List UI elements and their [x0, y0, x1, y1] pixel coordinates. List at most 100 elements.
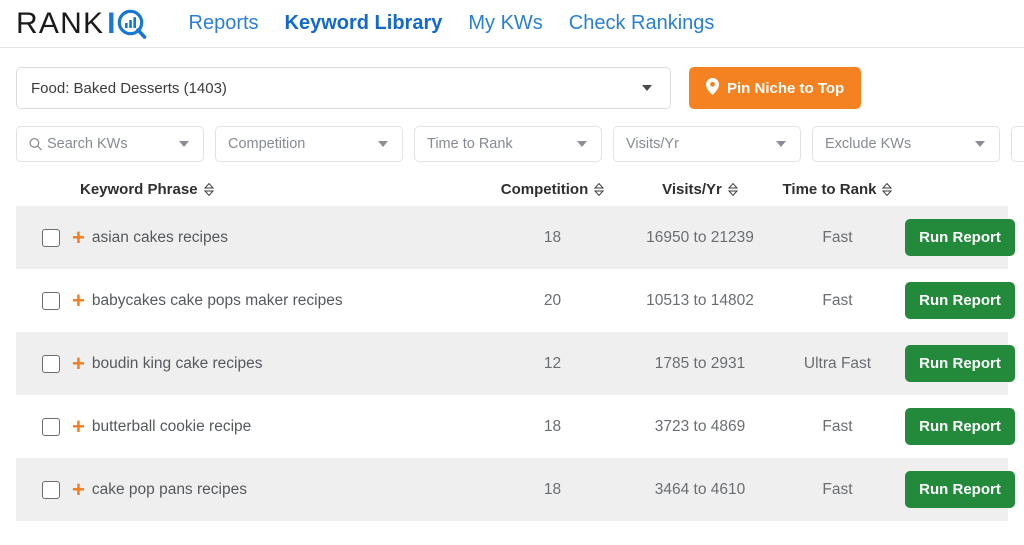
row-checkbox[interactable] [42, 480, 60, 499]
table-row[interactable]: + boudin king cake recipes 12 1785 to 2931 U… [16, 332, 1015, 395]
column-header-keyword-phrase[interactable]: Keyword Phrase [80, 181, 475, 198]
keyword-table: Keyword Phrase Competition Visits/Yr Tim… [0, 172, 1024, 521]
run-report-button[interactable]: Run Report [905, 408, 1015, 445]
clipped-filter[interactable] [1011, 126, 1024, 162]
cell-competition: 12 [543, 354, 562, 372]
pin-niche-to-top-button[interactable]: Pin Niche to Top [689, 67, 862, 109]
chevron-down-icon [642, 85, 652, 91]
keyword-phrase-text: cake pop pans recipes [91, 480, 247, 498]
sort-updown-icon [882, 182, 893, 196]
cell-actions: Run Report [905, 471, 1020, 508]
rankiq-logo[interactable]: RANK I [16, 0, 147, 48]
keyword-phrase-text: boudin king cake recipes [91, 354, 263, 372]
cell-time-to-rank: Fast [822, 417, 853, 435]
cell-keyword-phrase: + butterball cookie recipe [16, 415, 475, 438]
search-kws-filter-label: Search KWs [47, 136, 128, 152]
column-header-keyword-phrase-label: Keyword Phrase [80, 180, 198, 198]
table-row[interactable]: + cake pop pans recipes 18 3464 to 4610 Fast… [16, 458, 1015, 521]
cell-actions: Run Report [905, 345, 1020, 382]
plus-icon[interactable]: + [72, 352, 85, 375]
visits-per-year-filter[interactable]: Visits/Yr [613, 126, 801, 162]
cell-time-to-rank: Fast [822, 291, 853, 309]
column-header-visits-per-year-label: Visits/Yr [662, 180, 722, 198]
cell-visits-per-year: 3723 to 4869 [654, 417, 746, 435]
nav-links: Reports Keyword Library My KWs Check Ran… [189, 12, 715, 35]
nav-item-check-rankings[interactable]: Check Rankings [569, 12, 715, 35]
cell-competition: 18 [543, 228, 562, 246]
keyword-phrase-text: asian cakes recipes [91, 228, 228, 246]
sort-updown-icon [594, 182, 605, 196]
table-body: + asian cakes recipes 18 16950 to 21239 Fast… [16, 206, 1015, 521]
nav-item-keyword-library[interactable]: Keyword Library [285, 12, 443, 35]
chevron-down-icon [179, 141, 189, 147]
nav-item-reports[interactable]: Reports [189, 12, 259, 35]
cell-visits-per-year: 3464 to 4610 [654, 480, 746, 498]
table-row[interactable]: + babycakes cake pops maker recipes 20 1051… [16, 269, 1015, 332]
keyword-phrase-text: butterball cookie recipe [91, 417, 252, 435]
niche-select-value: Food: Baked Desserts (1403) [31, 79, 227, 97]
column-header-competition[interactable]: Competition [475, 181, 630, 198]
sort-updown-icon [203, 182, 214, 196]
run-report-button[interactable]: Run Report [905, 345, 1015, 382]
pin-niche-to-top-label: Pin Niche to Top [727, 79, 845, 97]
exclude-kws-filter-label: Exclude KWs [825, 136, 912, 152]
cell-keyword-phrase: + boudin king cake recipes [16, 352, 475, 375]
row-checkbox[interactable] [42, 417, 60, 436]
niche-select[interactable]: Food: Baked Desserts (1403) [16, 67, 671, 109]
row-checkbox[interactable] [42, 291, 60, 310]
plus-icon[interactable]: + [72, 226, 85, 249]
nav-item-my-kws[interactable]: My KWs [468, 12, 542, 35]
time-to-rank-filter-label: Time to Rank [427, 136, 513, 152]
cell-competition: 20 [543, 291, 562, 309]
logo-text-i: I [107, 6, 116, 40]
search-kws-filter[interactable]: Search KWs [16, 126, 204, 162]
run-report-button[interactable]: Run Report [905, 219, 1015, 256]
table-row[interactable]: + butterball cookie recipe 18 3723 to 4869 F… [16, 395, 1015, 458]
column-header-visits-per-year[interactable]: Visits/Yr [630, 181, 770, 198]
table-row[interactable]: + asian cakes recipes 18 16950 to 21239 Fast… [16, 206, 1015, 269]
table-header-row: Keyword Phrase Competition Visits/Yr Tim… [16, 172, 1008, 206]
column-header-time-to-rank-label: Time to Rank [782, 180, 877, 198]
cell-actions: Run Report [905, 408, 1020, 445]
search-icon [29, 137, 42, 151]
overflow-filter-clipped [1011, 126, 1024, 162]
cell-keyword-phrase: + babycakes cake pops maker recipes [16, 289, 475, 312]
magnifier-bar-chart-icon [117, 9, 147, 39]
chevron-down-icon [975, 141, 985, 147]
competition-filter-label: Competition [228, 136, 306, 152]
chevron-down-icon [378, 141, 388, 147]
plus-icon[interactable]: + [72, 415, 85, 438]
cell-keyword-phrase: + cake pop pans recipes [16, 478, 475, 501]
cell-visits-per-year: 1785 to 2931 [654, 354, 746, 372]
cell-time-to-rank: Ultra Fast [803, 354, 872, 372]
chevron-down-icon [776, 141, 786, 147]
cell-actions: Run Report [905, 282, 1020, 319]
plus-icon[interactable]: + [72, 289, 85, 312]
competition-filter[interactable]: Competition [215, 126, 403, 162]
logo-text-rank: RANK [16, 6, 105, 40]
cell-time-to-rank: Fast [822, 228, 853, 246]
run-report-button[interactable]: Run Report [905, 282, 1015, 319]
row-checkbox[interactable] [42, 354, 60, 373]
row-checkbox[interactable] [42, 228, 60, 247]
column-header-time-to-rank[interactable]: Time to Rank [770, 181, 905, 198]
cell-competition: 18 [543, 480, 562, 498]
column-header-competition-label: Competition [500, 180, 589, 198]
map-pin-icon [706, 77, 719, 99]
cell-time-to-rank: Fast [822, 480, 853, 498]
run-report-button[interactable]: Run Report [905, 471, 1015, 508]
cell-visits-per-year: 16950 to 21239 [646, 228, 754, 246]
filter-row: Search KWs Competition Time to Rank Visi… [0, 109, 1024, 162]
top-navigation-bar: RANK I Reports Keyword Library My KWs Ch… [0, 0, 1024, 48]
chevron-down-icon [577, 141, 587, 147]
visits-per-year-filter-label: Visits/Yr [626, 136, 679, 152]
exclude-kws-filter[interactable]: Exclude KWs [812, 126, 1000, 162]
cell-visits-per-year: 10513 to 14802 [646, 291, 754, 309]
niche-selector-row: Food: Baked Desserts (1403) Pin Niche to… [0, 48, 1024, 109]
cell-competition: 18 [543, 417, 562, 435]
keyword-phrase-text: babycakes cake pops maker recipes [91, 291, 343, 309]
cell-actions: Run Report [905, 219, 1020, 256]
cell-keyword-phrase: + asian cakes recipes [16, 226, 475, 249]
time-to-rank-filter[interactable]: Time to Rank [414, 126, 602, 162]
plus-icon[interactable]: + [72, 478, 85, 501]
